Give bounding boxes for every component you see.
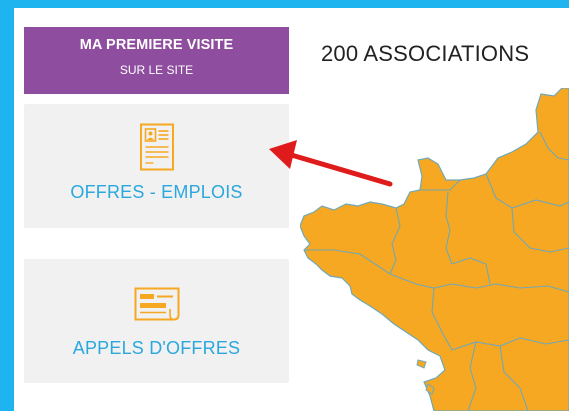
red-pointer-arrow <box>269 140 393 187</box>
job-offers-label: OFFRES - EMPLOIS <box>70 182 243 202</box>
job-offer-document-icon <box>139 123 174 171</box>
tender-document-icon <box>134 287 179 321</box>
atlantic-islands <box>416 359 435 395</box>
first-visit-button[interactable]: MA PREMIERE VISITE SUR LE SITE <box>24 27 289 94</box>
map-title: 200 ASSOCIATIONS <box>321 41 530 66</box>
job-offers-card[interactable]: OFFRES - EMPLOIS <box>24 104 289 228</box>
tenders-label: APPELS D'OFFRES <box>72 338 241 358</box>
first-visit-subtitle: SUR LE SITE <box>119 63 194 77</box>
top-frame-border <box>0 0 569 8</box>
left-frame-border <box>0 0 14 411</box>
tenders-card[interactable]: APPELS D'OFFRES <box>24 259 289 383</box>
first-visit-title: MA PREMIERE VISITE <box>79 37 234 53</box>
